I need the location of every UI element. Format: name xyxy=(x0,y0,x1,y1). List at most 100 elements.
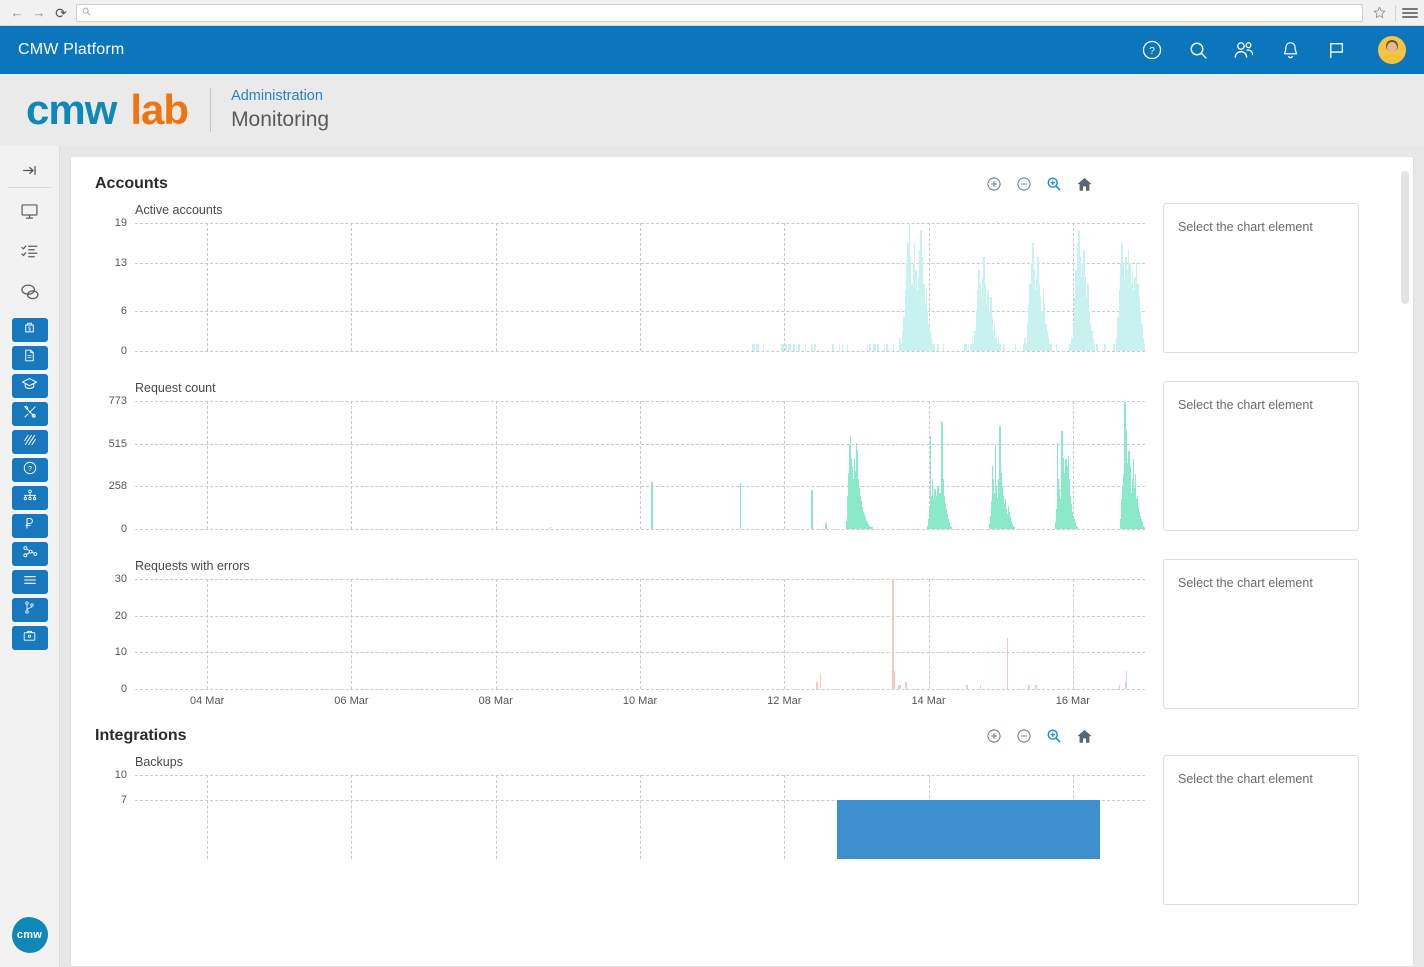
bar[interactable] xyxy=(819,674,822,689)
bar[interactable] xyxy=(793,344,795,351)
star-icon[interactable] xyxy=(1369,3,1389,23)
bar[interactable] xyxy=(846,344,849,351)
sidebar-item-task-list[interactable] xyxy=(12,240,48,268)
plot-area-request-count[interactable] xyxy=(135,401,1146,530)
avatar[interactable] xyxy=(1378,36,1406,64)
plot-area-active-accounts[interactable] xyxy=(135,223,1146,352)
bar[interactable] xyxy=(811,344,813,351)
bar[interactable] xyxy=(1055,344,1058,351)
bar[interactable] xyxy=(838,344,841,351)
zoom-in-icon[interactable] xyxy=(985,727,1003,745)
bar[interactable] xyxy=(877,344,879,351)
bar[interactable] xyxy=(814,344,816,351)
bar[interactable] xyxy=(999,344,1001,351)
plot-area-backups[interactable] xyxy=(135,775,1145,859)
bar[interactable] xyxy=(1003,344,1005,351)
bar[interactable] xyxy=(753,344,756,351)
zoom-in-icon[interactable] xyxy=(985,175,1003,193)
flag-icon[interactable] xyxy=(1324,38,1348,62)
bar[interactable] xyxy=(740,482,742,529)
bar[interactable] xyxy=(804,344,807,351)
sidebar-item-help-requests[interactable]: ? xyxy=(11,458,48,482)
chart-element-panel-2[interactable]: Select the chart element xyxy=(1163,381,1359,531)
scrollbar-thumb[interactable] xyxy=(1401,171,1409,304)
bar[interactable] xyxy=(869,344,871,351)
bar[interactable] xyxy=(757,344,760,351)
sidebar-item-projects[interactable] xyxy=(11,626,48,650)
bar[interactable] xyxy=(937,344,939,351)
sidebar-item-payments[interactable] xyxy=(11,514,48,538)
plot-area-requests-with-errors[interactable] xyxy=(135,579,1145,690)
sidebar-item-monitor[interactable] xyxy=(12,200,48,228)
collapse-panel-icon[interactable] xyxy=(7,154,52,188)
home-reset-icon[interactable] xyxy=(1075,175,1093,193)
bar[interactable] xyxy=(1076,527,1079,529)
zoom-out-icon[interactable] xyxy=(1015,175,1033,193)
bar[interactable] xyxy=(892,344,895,351)
bar[interactable] xyxy=(883,344,886,351)
chart-element-panel-4[interactable]: Select the chart element xyxy=(1163,755,1359,905)
bar[interactable] xyxy=(811,490,813,529)
sidebar-item-training[interactable] xyxy=(11,374,48,398)
bar[interactable] xyxy=(1113,344,1115,351)
bar[interactable] xyxy=(874,344,876,351)
bar[interactable] xyxy=(816,681,818,689)
bar[interactable] xyxy=(1006,637,1008,689)
notifications-bell-icon[interactable] xyxy=(1278,38,1302,62)
cmw-lab-logo[interactable]: cmw lab xyxy=(26,89,189,131)
zoom-select-icon[interactable] xyxy=(1045,727,1063,745)
url-input[interactable] xyxy=(96,6,1357,19)
bar[interactable] xyxy=(1050,344,1052,351)
hamburger-icon[interactable] xyxy=(1402,7,1418,18)
zoom-select-icon[interactable] xyxy=(1045,175,1063,193)
bar[interactable] xyxy=(871,527,873,529)
bar[interactable] xyxy=(1013,527,1016,529)
bar[interactable] xyxy=(832,344,834,351)
chart-element-panel-1[interactable]: Select the chart element xyxy=(1163,203,1359,353)
help-icon[interactable]: ? xyxy=(1140,38,1164,62)
breadcrumb-parent-link[interactable]: Administration xyxy=(231,87,329,107)
sidebar-item-service[interactable] xyxy=(11,402,48,426)
bar[interactable] xyxy=(866,344,869,351)
home-reset-icon[interactable] xyxy=(1075,727,1093,745)
chart-element-panel-3[interactable]: Select the chart element xyxy=(1163,559,1359,709)
bar[interactable] xyxy=(950,527,953,529)
forward-icon[interactable]: → xyxy=(28,3,50,23)
search-icon[interactable] xyxy=(1186,38,1210,62)
bar[interactable] xyxy=(886,344,888,351)
sidebar-item-workflows[interactable] xyxy=(11,598,48,622)
address-bar[interactable] xyxy=(76,3,1363,22)
bar[interactable] xyxy=(550,527,552,529)
sidebar-item-discussions[interactable] xyxy=(12,280,48,308)
bar[interactable] xyxy=(967,344,970,351)
bar[interactable] xyxy=(825,522,828,529)
bar[interactable] xyxy=(1143,527,1146,529)
bar[interactable] xyxy=(798,344,800,351)
bar[interactable] xyxy=(1104,344,1106,351)
bar[interactable] xyxy=(836,800,1100,859)
cmw-badge-icon[interactable]: cmw xyxy=(11,917,48,953)
bar[interactable] xyxy=(789,344,791,351)
bar[interactable] xyxy=(841,344,844,351)
bar[interactable] xyxy=(1143,344,1146,351)
reload-icon[interactable]: ⟳ xyxy=(50,3,72,23)
back-icon[interactable]: ← xyxy=(6,3,28,23)
bar[interactable] xyxy=(933,344,936,351)
bar[interactable] xyxy=(905,681,907,689)
sidebar-item-integrations[interactable] xyxy=(11,542,48,566)
bar[interactable] xyxy=(785,344,787,351)
sidebar-item-registers[interactable] xyxy=(11,570,48,594)
bar[interactable] xyxy=(1093,344,1096,351)
bar[interactable] xyxy=(651,481,653,529)
bar[interactable] xyxy=(1096,344,1098,351)
content-scrollbar[interactable] xyxy=(1401,171,1409,956)
sidebar-item-finance[interactable]: $ xyxy=(11,318,48,342)
sidebar-item-processes[interactable] xyxy=(11,430,48,454)
bar[interactable] xyxy=(965,344,967,351)
bar[interactable] xyxy=(762,344,765,351)
zoom-out-icon[interactable] xyxy=(1015,727,1033,745)
bar[interactable] xyxy=(942,344,945,351)
bar[interactable] xyxy=(782,344,784,351)
sidebar-item-documents[interactable] xyxy=(11,346,48,370)
users-icon[interactable] xyxy=(1232,38,1256,62)
